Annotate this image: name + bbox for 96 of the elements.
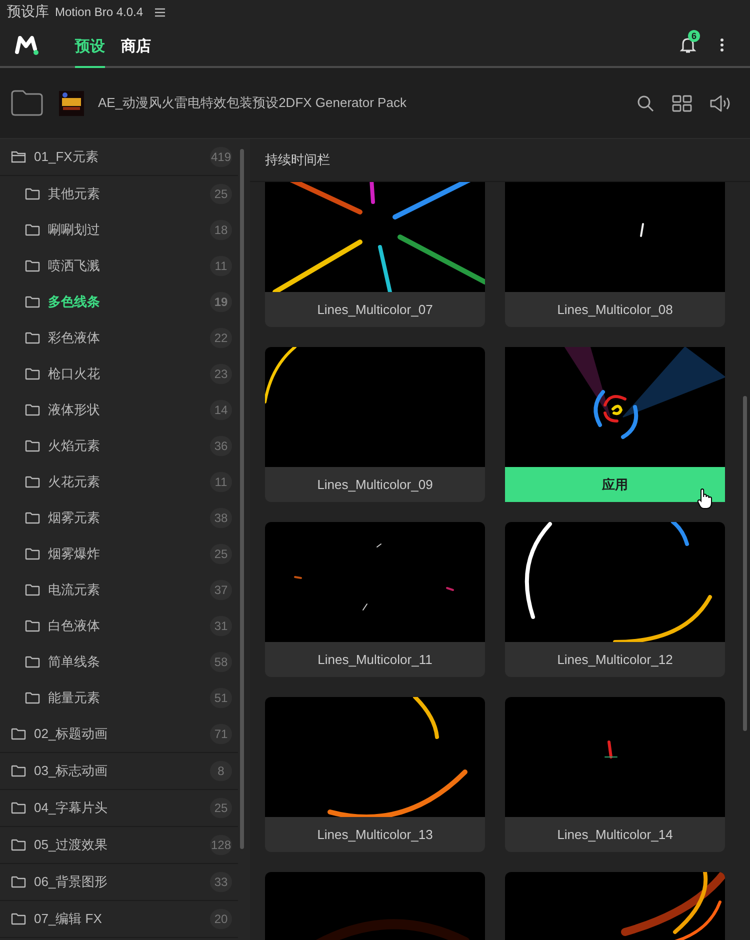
count-badge: 33 [210, 872, 232, 892]
count-badge: 22 [210, 328, 232, 348]
folder-icon [11, 728, 26, 740]
subfolder-item[interactable]: 烟雾爆炸 25 [0, 536, 238, 572]
folder-item[interactable]: 05_过渡效果 128 [0, 827, 238, 864]
folder-icon [11, 913, 26, 925]
count-badge: 19 [210, 292, 232, 312]
subfolder-item[interactable]: 喷洒飞溅 11 [0, 248, 238, 284]
subfolder-item[interactable]: 电流元素 37 [0, 572, 238, 608]
subfolder-item[interactable]: 多色线条 19 [0, 284, 238, 320]
folder-icon [25, 620, 40, 632]
count-badge: 11 [210, 472, 232, 492]
count-badge: 25 [210, 184, 232, 204]
count-badge: 36 [210, 436, 232, 456]
folder-item[interactable]: 04_字幕片头 25 [0, 790, 238, 827]
preset-card[interactable]: Lines_Multicolor_14 [505, 697, 725, 852]
count-badge: 38 [210, 508, 232, 528]
subfolder-item[interactable]: 枪口火花 23 [0, 356, 238, 392]
folder-item[interactable]: 02_标题动画 71 [0, 716, 238, 753]
folder-icon [25, 548, 40, 560]
preset-card[interactable]: Lines_Multicolor_11 [265, 522, 485, 677]
folder-icon [25, 584, 40, 596]
folder-icon [11, 839, 26, 851]
preset-card[interactable]: Lines_Multicolor_09 [265, 347, 485, 502]
folder-icon [25, 332, 40, 344]
notification-badge: 6 [688, 30, 700, 42]
subfolder-item[interactable]: 火焰元素 36 [0, 428, 238, 464]
folder-icon [25, 404, 40, 416]
subfolder-item[interactable]: 彩色液体 22 [0, 320, 238, 356]
folder-icon [25, 368, 40, 380]
menu-icon[interactable] [155, 8, 166, 16]
folder-icon[interactable] [11, 90, 43, 116]
count-badge: 419 [210, 147, 232, 167]
subfolder-item[interactable]: 简单线条 58 [0, 644, 238, 680]
count-badge: 58 [210, 652, 232, 672]
preset-name: Lines_Multicolor_09 [316, 476, 434, 494]
folder-icon [25, 188, 40, 200]
grid-view-icon[interactable] [672, 94, 692, 112]
count-badge: 18 [210, 220, 232, 240]
folder-icon [25, 296, 40, 308]
subfolder-item[interactable]: 液体形状 14 [0, 392, 238, 428]
folder-icon [25, 224, 40, 236]
count-badge: 20 [210, 909, 232, 929]
preset-card[interactable]: Lines_Multicolor_13 [265, 697, 485, 852]
subfolder-item[interactable]: 其他元素 25 [0, 176, 238, 212]
search-icon[interactable] [637, 94, 654, 112]
app-title: 预设库 [7, 3, 49, 21]
count-badge: 23 [210, 364, 232, 384]
scrollbar-thumb[interactable] [240, 149, 244, 849]
folder-item[interactable]: 06_背景图形 33 [0, 864, 238, 901]
folder-icon [25, 476, 40, 488]
preset-name: Lines_Multicolor_07 [316, 301, 434, 319]
app-version: Motion Bro 4.0.4 [55, 5, 144, 19]
nav-tab[interactable]: 商店 [121, 24, 151, 68]
count-badge: 14 [210, 400, 232, 420]
folder-item[interactable]: 03_标志动画 8 [0, 753, 238, 790]
folder-icon [11, 802, 26, 814]
count-badge: 31 [210, 616, 232, 636]
preset-card[interactable]: Lines_Multicolor_12 [505, 522, 725, 677]
count-badge: 25 [210, 798, 232, 818]
preset-name: Lines_Multicolor_12 [556, 651, 674, 669]
folder-item[interactable]: 07_编辑 FX 20 [0, 901, 238, 938]
pack-title: AE_动漫风火雷电特效包装预设2DFX Generator Pack [98, 94, 406, 112]
more-icon[interactable] [720, 38, 724, 52]
preset-card[interactable]: Lines_Multicolor_07 [265, 182, 485, 327]
folder-icon [25, 692, 40, 704]
folder-item[interactable]: 01_FX元素 419 [0, 139, 238, 176]
folder-icon [25, 656, 40, 668]
folder-icon [25, 440, 40, 452]
count-badge: 51 [210, 688, 232, 708]
volume-icon[interactable] [710, 94, 732, 112]
folder-icon [11, 876, 26, 888]
preset-card[interactable]: Lines_Multicolor_08 [505, 182, 725, 327]
hand-cursor-icon [697, 488, 713, 510]
folder-icon [25, 512, 40, 524]
count-badge: 71 [210, 724, 232, 744]
preset-name: Lines_Multicolor_14 [556, 826, 674, 844]
folder-icon [11, 765, 26, 777]
preset-name: Lines_Multicolor_13 [316, 826, 434, 844]
count-badge: 25 [210, 544, 232, 564]
scrollbar-thumb[interactable] [743, 396, 747, 731]
apply-button[interactable]: 应用 [505, 467, 725, 502]
folder-icon [25, 260, 40, 272]
subfolder-item[interactable]: 能量元素 51 [0, 680, 238, 716]
open-folder-icon [11, 151, 26, 163]
count-badge: 11 [210, 256, 232, 276]
subfolder-item[interactable]: 火花元素 11 [0, 464, 238, 500]
subfolder-item[interactable]: 白色液体 31 [0, 608, 238, 644]
preset-name: Lines_Multicolor_08 [556, 301, 674, 319]
count-badge: 8 [210, 761, 232, 781]
preset-name: Lines_Multicolor_11 [316, 651, 434, 669]
count-badge: 128 [210, 835, 232, 855]
subfolder-item[interactable]: 烟雾元素 38 [0, 500, 238, 536]
subfolder-item[interactable]: 唰唰划过 18 [0, 212, 238, 248]
logo-icon[interactable] [15, 35, 39, 55]
count-badge: 37 [210, 580, 232, 600]
